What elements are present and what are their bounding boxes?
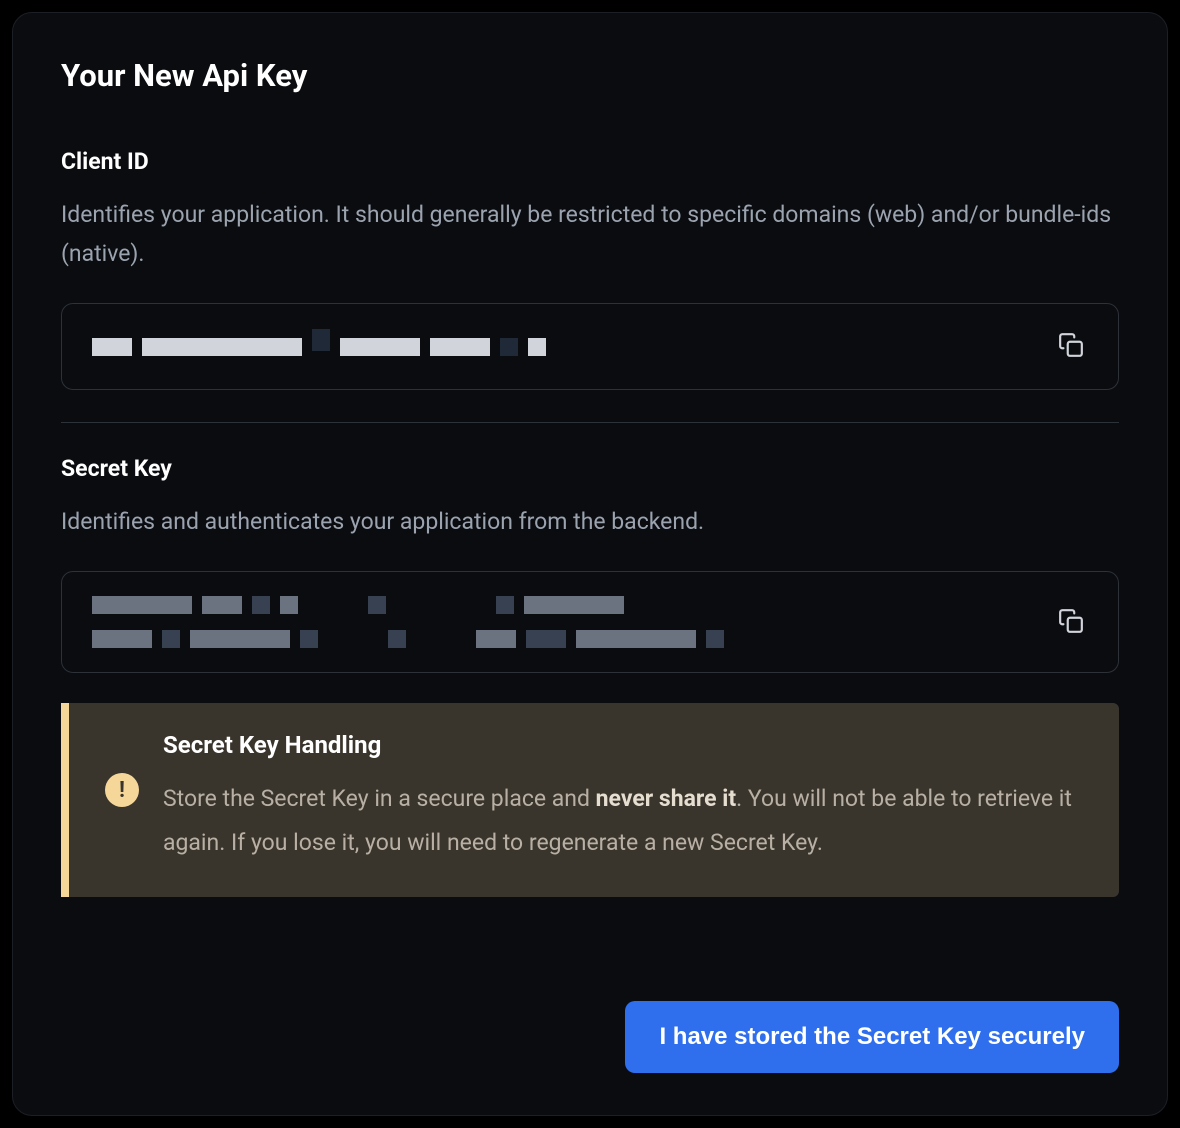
client-id-description: Identifies your application. It should g… (61, 195, 1119, 273)
copy-client-id-button[interactable] (1054, 328, 1088, 365)
secret-key-title: Secret Key (61, 455, 1119, 482)
modal-footer: I have stored the Secret Key securely (61, 953, 1119, 1073)
secret-key-section: Secret Key Identifies and authenticates … (61, 455, 1119, 673)
secret-key-value (92, 596, 1034, 648)
copy-icon (1058, 332, 1084, 361)
secret-key-field (61, 571, 1119, 673)
secret-key-description: Identifies and authenticates your applic… (61, 502, 1119, 541)
client-id-title: Client ID (61, 148, 1119, 175)
warning-text: Store the Secret Key in a secure place a… (163, 777, 1083, 864)
confirm-button[interactable]: I have stored the Secret Key securely (625, 1001, 1119, 1073)
copy-icon (1058, 608, 1084, 637)
client-id-value (92, 338, 1034, 356)
warning-icon: ! (105, 773, 139, 807)
warning-content: Secret Key Handling Store the Secret Key… (163, 731, 1083, 864)
api-key-modal: Your New Api Key Client ID Identifies yo… (12, 12, 1168, 1116)
copy-secret-key-button[interactable] (1054, 604, 1088, 641)
modal-title: Your New Api Key (61, 57, 1119, 94)
warning-title: Secret Key Handling (163, 731, 1083, 759)
section-divider (61, 422, 1119, 423)
warning-box: ! Secret Key Handling Store the Secret K… (61, 703, 1119, 896)
client-id-section: Client ID Identifies your application. I… (61, 148, 1119, 390)
client-id-field (61, 303, 1119, 390)
